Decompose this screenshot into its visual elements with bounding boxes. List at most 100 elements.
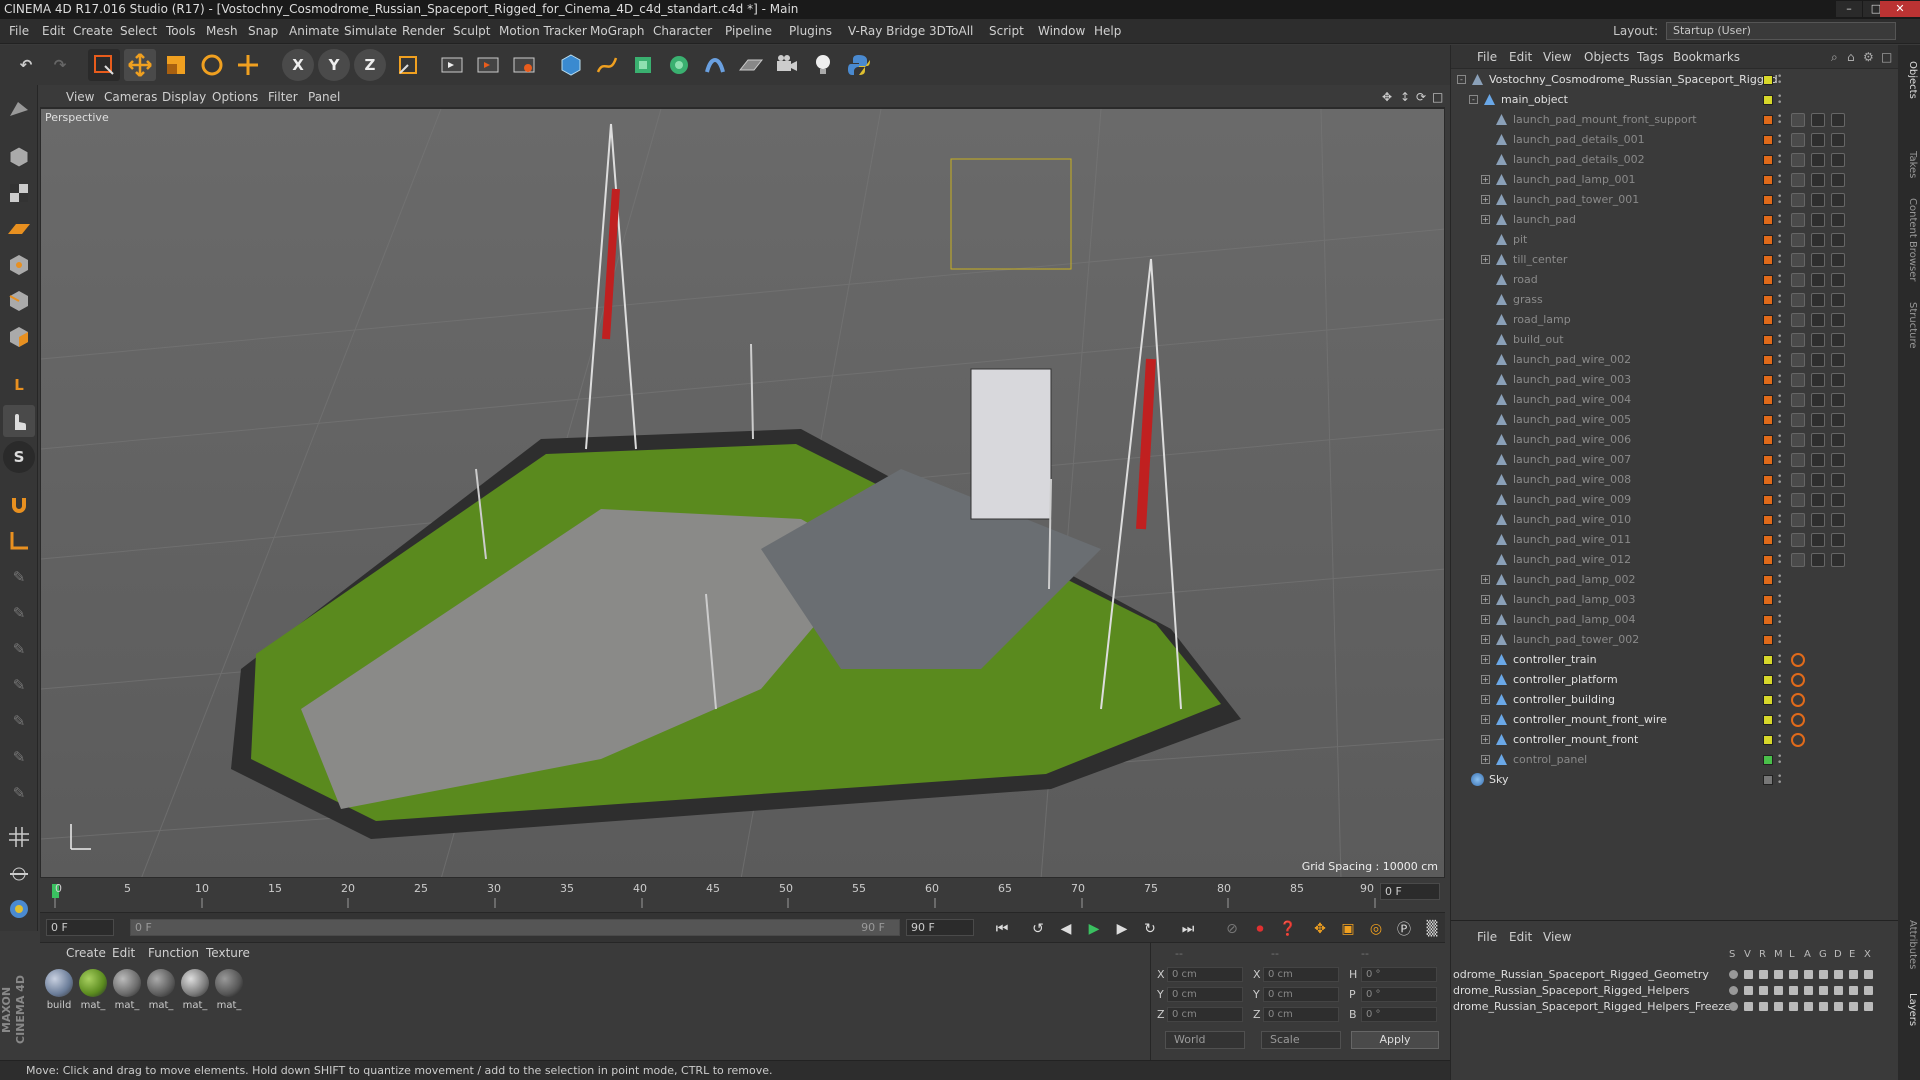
- y-axis-lock-button[interactable]: Y: [318, 49, 350, 81]
- edges-mode-icon[interactable]: [3, 285, 35, 317]
- play-icon[interactable]: ▶: [1082, 918, 1106, 940]
- visibility-dots-icon[interactable]: • •: [1777, 453, 1782, 468]
- layer-color-swatch[interactable]: [1763, 355, 1773, 365]
- layer-toggle-icon[interactable]: [1759, 970, 1768, 979]
- tab-objects[interactable]: Objects: [1900, 55, 1918, 105]
- layer-color-swatch[interactable]: [1763, 175, 1773, 185]
- visibility-dots-icon[interactable]: • •: [1777, 413, 1782, 428]
- material-swatch[interactable]: mat_: [146, 969, 176, 1011]
- material-tag-icon[interactable]: [1831, 473, 1845, 487]
- om-menu-bookmarks[interactable]: Bookmarks: [1673, 45, 1740, 69]
- size-y-field[interactable]: 0 cm: [1263, 987, 1339, 1002]
- layer-toggle-icon[interactable]: [1864, 970, 1873, 979]
- material-tag-icon[interactable]: [1791, 293, 1805, 307]
- material-tag-icon[interactable]: [1811, 113, 1825, 127]
- model-mode-icon[interactable]: [3, 141, 35, 173]
- object-row[interactable]: + controller_train • •: [1451, 650, 1899, 670]
- z-axis-lock-button[interactable]: Z: [354, 49, 386, 81]
- material-swatch[interactable]: build: [44, 969, 74, 1011]
- expand-toggle-icon[interactable]: +: [1481, 255, 1490, 264]
- transform-tool-icon[interactable]: [232, 49, 264, 81]
- parameter-key-icon[interactable]: Ⓟ: [1392, 918, 1416, 940]
- expand-toggle-icon[interactable]: +: [1481, 215, 1490, 224]
- rotation-p-field[interactable]: 0 °: [1361, 987, 1437, 1002]
- polygons-mode-icon[interactable]: [3, 321, 35, 353]
- object-row[interactable]: launch_pad_details_002 • •: [1451, 150, 1899, 170]
- menu-pipeline[interactable]: Pipeline: [725, 19, 772, 44]
- material-tag-icon[interactable]: [1831, 313, 1845, 327]
- render-to-picture-viewer-icon[interactable]: [472, 49, 504, 81]
- visibility-dots-icon[interactable]: • •: [1777, 153, 1782, 168]
- protection-tag-icon[interactable]: [1791, 713, 1805, 727]
- material-tag-icon[interactable]: [1811, 513, 1825, 527]
- material-tag-icon[interactable]: [1831, 433, 1845, 447]
- layout-select[interactable]: Startup (User): [1666, 22, 1896, 40]
- redo-icon[interactable]: ↷: [44, 49, 76, 81]
- visibility-dots-icon[interactable]: • •: [1777, 533, 1782, 548]
- apply-button[interactable]: Apply: [1351, 1031, 1439, 1049]
- vp-menu-options[interactable]: Options: [212, 87, 258, 108]
- layer-color-swatch[interactable]: [1763, 155, 1773, 165]
- material-tag-icon[interactable]: [1791, 173, 1805, 187]
- deformer-icon[interactable]: [699, 49, 731, 81]
- layer-color-swatch[interactable]: [1763, 595, 1773, 605]
- material-tag-icon[interactable]: [1811, 273, 1825, 287]
- point-level-key-icon[interactable]: ▒: [1420, 918, 1444, 940]
- render-settings-icon[interactable]: [508, 49, 540, 81]
- perspective-viewport[interactable]: Perspective Grid Spacing : 10000 cm: [40, 108, 1445, 878]
- layer-toggle-icon[interactable]: [1819, 970, 1828, 979]
- layer-color-swatch[interactable]: [1763, 135, 1773, 145]
- brush-6-icon[interactable]: ✎: [3, 741, 35, 773]
- om-settings-icon[interactable]: ⚙: [1863, 45, 1874, 69]
- menu-snap[interactable]: Snap: [248, 19, 278, 44]
- magnet-icon[interactable]: [3, 489, 35, 521]
- object-row[interactable]: launch_pad_mount_front_support • •: [1451, 110, 1899, 130]
- material-tag-icon[interactable]: [1831, 153, 1845, 167]
- expand-toggle-icon[interactable]: +: [1481, 695, 1490, 704]
- menu-script[interactable]: Script: [989, 19, 1024, 44]
- visibility-dots-icon[interactable]: • •: [1777, 253, 1782, 268]
- visibility-dots-icon[interactable]: • •: [1777, 653, 1782, 668]
- visibility-dots-icon[interactable]: • •: [1777, 733, 1782, 748]
- layer-color-swatch[interactable]: [1763, 535, 1773, 545]
- visibility-dots-icon[interactable]: • •: [1777, 93, 1782, 108]
- brush-7-icon[interactable]: ✎: [3, 777, 35, 809]
- material-tag-icon[interactable]: [1791, 133, 1805, 147]
- material-tag-icon[interactable]: [1831, 333, 1845, 347]
- material-tag-icon[interactable]: [1811, 493, 1825, 507]
- object-row[interactable]: road • •: [1451, 270, 1899, 290]
- visibility-dots-icon[interactable]: • •: [1777, 113, 1782, 128]
- axis-icon[interactable]: [3, 525, 35, 557]
- material-tag-icon[interactable]: [1811, 333, 1825, 347]
- tab-layers[interactable]: Layers: [1900, 990, 1918, 1030]
- rotation-key-icon[interactable]: ◎: [1364, 918, 1388, 940]
- material-tag-icon[interactable]: [1791, 553, 1805, 567]
- layer-toggle-icon[interactable]: [1729, 1002, 1738, 1011]
- om-home-icon[interactable]: ⌂: [1847, 45, 1855, 69]
- menu-motion-tracker[interactable]: Motion Tracker: [499, 19, 587, 44]
- layer-color-swatch[interactable]: [1763, 695, 1773, 705]
- undo-icon[interactable]: ↶: [10, 49, 42, 81]
- expand-toggle-icon[interactable]: +: [1481, 675, 1490, 684]
- om-search-icon[interactable]: ⌕: [1831, 45, 1838, 69]
- vp-maximize-icon[interactable]: □: [1432, 87, 1443, 108]
- lm-menu-file[interactable]: File: [1477, 925, 1497, 949]
- material-tag-icon[interactable]: [1831, 513, 1845, 527]
- make-editable-icon[interactable]: [3, 93, 35, 125]
- rotation-b-field[interactable]: 0 °: [1361, 1007, 1437, 1022]
- layer-toggle-icon[interactable]: [1774, 986, 1783, 995]
- layer-toggle-icon[interactable]: [1834, 986, 1843, 995]
- material-swatch[interactable]: mat_: [112, 969, 142, 1011]
- layer-toggle-icon[interactable]: [1834, 970, 1843, 979]
- rotate-tool-icon[interactable]: [196, 49, 228, 81]
- material-tag-icon[interactable]: [1811, 293, 1825, 307]
- python-console-icon[interactable]: [3, 893, 35, 925]
- visibility-dots-icon[interactable]: • •: [1777, 273, 1782, 288]
- material-tag-icon[interactable]: [1811, 193, 1825, 207]
- visibility-dots-icon[interactable]: • •: [1777, 133, 1782, 148]
- layer-toggle-icon[interactable]: [1834, 1002, 1843, 1011]
- coordinate-space-select[interactable]: World: [1165, 1031, 1245, 1049]
- layer-color-swatch[interactable]: [1763, 395, 1773, 405]
- cube-primitive-icon[interactable]: [555, 49, 587, 81]
- layer-color-swatch[interactable]: [1763, 635, 1773, 645]
